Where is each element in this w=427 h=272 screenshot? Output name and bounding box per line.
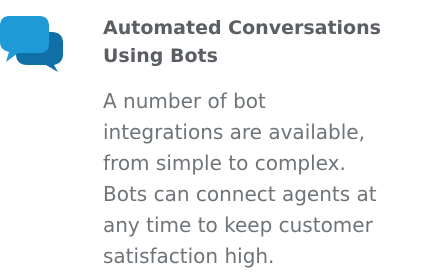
feature-description: A number of bot integrations are availab… <box>103 89 377 268</box>
feature-title: Automated Conversations Using Bots <box>103 17 381 67</box>
chat-bubbles-icon <box>0 16 68 72</box>
feature-card: Automated Conversations Using Bots A num… <box>0 0 427 268</box>
